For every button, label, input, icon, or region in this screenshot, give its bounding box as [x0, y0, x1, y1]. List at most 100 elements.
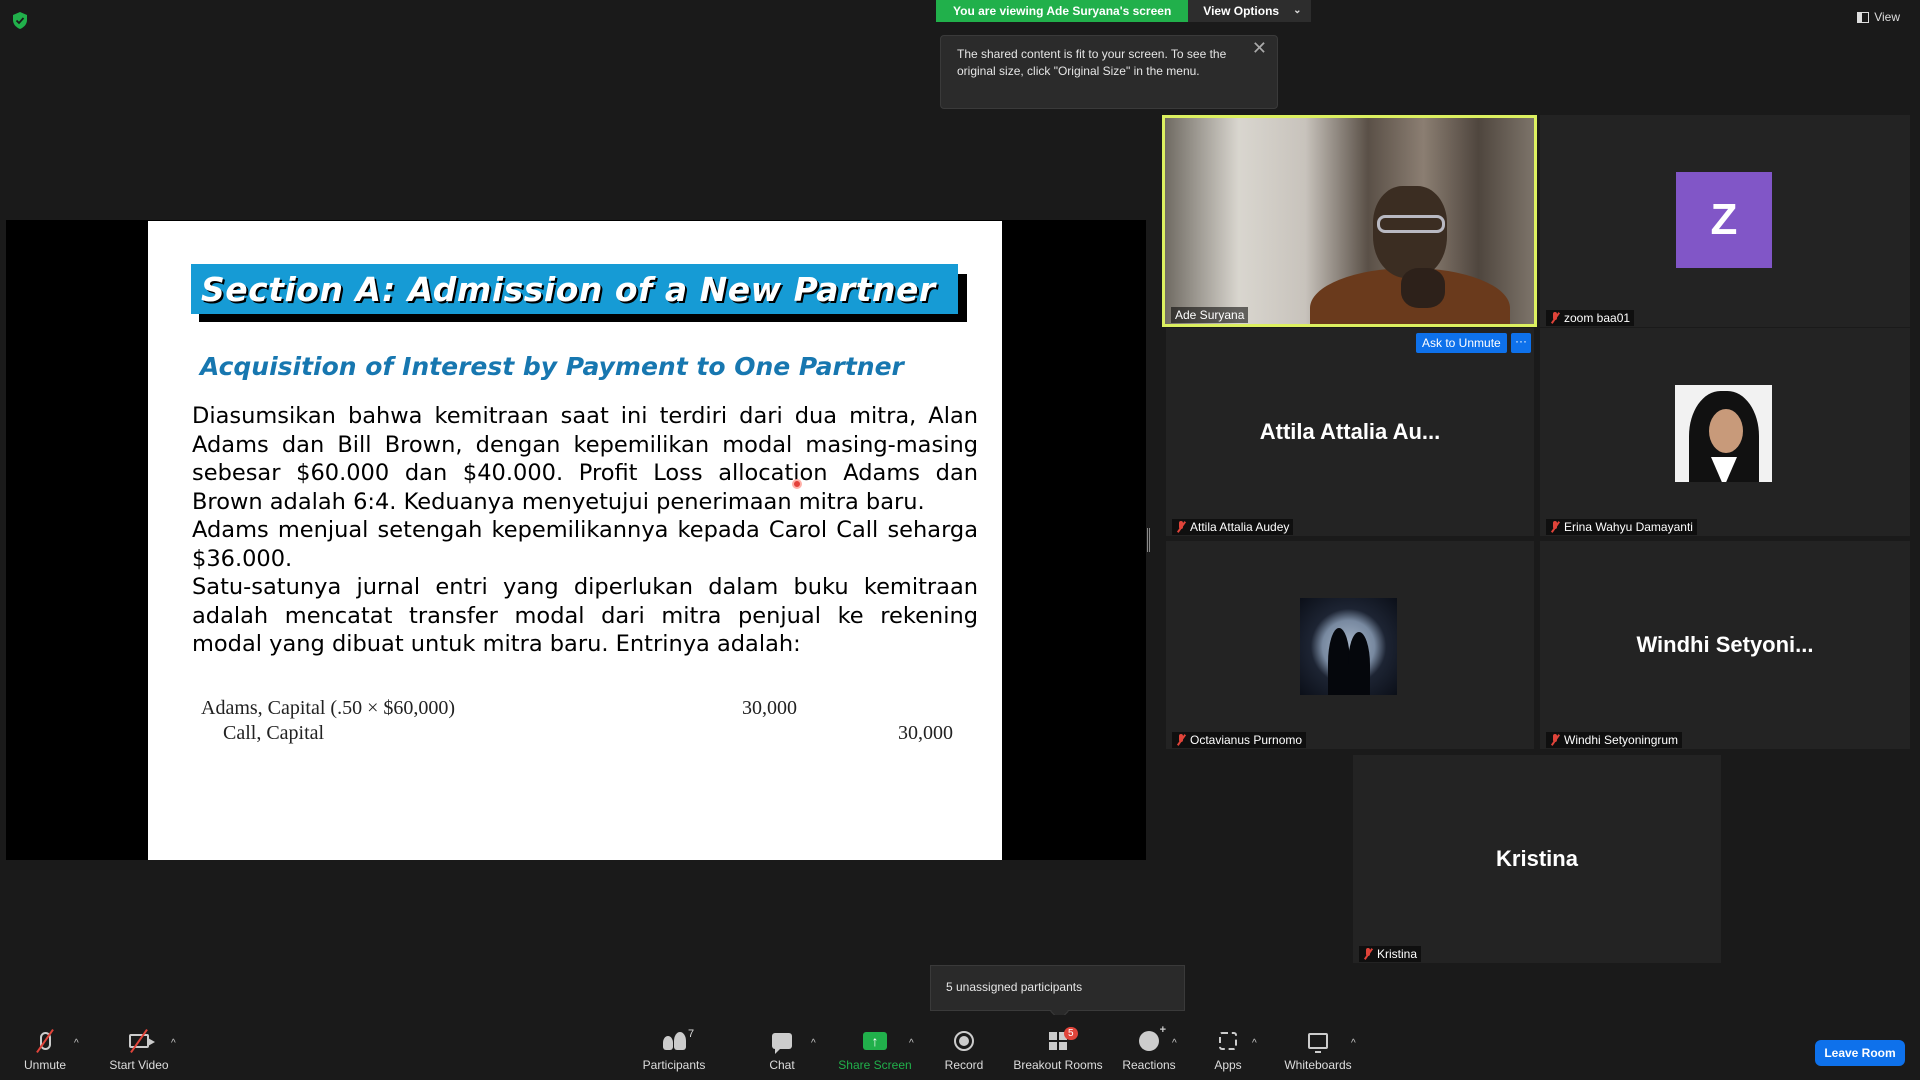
participant-display-name: Windhi Setyoni... [1636, 632, 1814, 657]
participant-name: Octavianus Purnomo [1190, 733, 1303, 747]
participants-label: Participants [642, 1058, 706, 1072]
reactions-icon [1139, 1024, 1166, 1051]
participant-name: Windhi Setyoningrum [1564, 733, 1679, 747]
tooltip-text: The shared content is fit to your screen… [957, 47, 1227, 78]
breakout-badge: 5 [1064, 1027, 1078, 1040]
share-screen-icon: ↑ [863, 1032, 887, 1050]
chat-button[interactable]: Chat [760, 1028, 804, 1072]
avatar-silhouette [1348, 632, 1370, 695]
video-person-glasses [1377, 215, 1445, 233]
tile-name: Windhi Setyoningrum [1546, 732, 1683, 748]
slide-title: Section A: Admission of a New Partner [191, 264, 958, 314]
unmute-label: Unmute [23, 1058, 67, 1072]
journal-credit-value: 30,000 [898, 722, 953, 744]
fit-screen-tooltip: The shared content is fit to your screen… [940, 35, 1278, 109]
avatar [1675, 385, 1772, 482]
leave-room-button[interactable]: Leave Room [1815, 1040, 1905, 1066]
participants-count: 7 [688, 1028, 695, 1040]
layout-icon [1857, 11, 1870, 23]
share-options-caret[interactable]: ^ [909, 1038, 914, 1049]
more-options-button[interactable]: ··· [1511, 333, 1531, 353]
apps-label: Apps [1214, 1058, 1242, 1072]
close-icon[interactable]: ✕ [1252, 39, 1267, 57]
reactions-label: Reactions [1122, 1058, 1176, 1072]
view-options-label: View Options [1203, 4, 1280, 18]
tile-name: Attila Attalia Audey [1172, 519, 1294, 535]
video-person-hand [1401, 268, 1445, 308]
participant-name: Attila Attalia Audey [1190, 520, 1290, 534]
tile-name: Kristina [1359, 946, 1422, 962]
unassigned-participants-tooltip: 5 unassigned participants [930, 965, 1185, 1011]
laser-pointer [792, 479, 802, 489]
participant-display-name: Attila Attalia Au... [1259, 419, 1441, 444]
video-tile-ade[interactable]: Ade Suryana [1162, 115, 1537, 327]
slide-label: Slide [170, 816, 202, 831]
whiteboard-icon [1308, 1033, 1328, 1053]
tile-name: Octavianus Purnomo [1172, 732, 1307, 748]
avatar: Z [1676, 172, 1772, 268]
video-tile-kristina[interactable]: Kristina Kristina [1353, 755, 1721, 963]
record-button[interactable]: Record [941, 1028, 987, 1072]
record-label: Record [944, 1058, 984, 1072]
participant-name: Ade Suryana [1175, 308, 1245, 322]
chevron-down-icon: ⌄ [1293, 5, 1302, 16]
viewing-banner: You are viewing Ade Suryana's screen Vie… [936, 0, 1312, 22]
share-screen-label: Share Screen [838, 1058, 912, 1072]
chat-label: Chat [769, 1058, 795, 1072]
apps-options-caret[interactable]: ^ [1252, 1038, 1257, 1049]
participant-name: Kristina [1377, 947, 1418, 961]
shield-icon[interactable] [12, 12, 28, 29]
audio-options-caret[interactable]: ^ [74, 1038, 79, 1049]
mic-muted-icon [1176, 521, 1186, 533]
mic-muted-icon [1550, 312, 1560, 324]
chat-icon [772, 1033, 792, 1054]
whiteboards-options-caret[interactable]: ^ [1351, 1038, 1356, 1049]
panel-splitter-handle[interactable] [1147, 528, 1150, 552]
apps-icon [1219, 1032, 1237, 1050]
breakout-rooms-button[interactable]: 5 Breakout Rooms [1012, 1027, 1104, 1072]
whiteboards-label: Whiteboards [1284, 1058, 1352, 1072]
learning-objective: LO 8 Methods to record partnership chang… [543, 818, 1004, 839]
slide-paragraph: Adams menjual setengah kepemilikannya ke… [192, 517, 978, 572]
journal-debit-value: 30,000 [742, 697, 797, 719]
share-screen-button[interactable]: ↑ Share Screen [838, 1028, 912, 1072]
mic-muted-icon [1550, 521, 1560, 533]
journal-debit-account: Adams, Capital (.50 × $60,000) [201, 697, 456, 719]
slide-body: Diasumsikan bahwa kemitraan saat ini ter… [192, 402, 978, 659]
slide-paragraph: Diasumsikan bahwa kemitraan saat ini ter… [192, 403, 978, 515]
slide-number-value: 15-10 [170, 833, 204, 848]
participants-button[interactable]: 7 Participants [640, 1028, 708, 1072]
start-video-button[interactable]: Start Video [106, 1028, 172, 1072]
tile-name: zoom baa01 [1546, 310, 1635, 326]
slide-number: Slide 15-10 [170, 815, 203, 849]
video-tile-zoom[interactable]: Z zoom baa01 [1540, 115, 1910, 327]
start-video-label: Start Video [109, 1058, 169, 1072]
reactions-button[interactable]: Reactions [1118, 1024, 1180, 1072]
tile-name: Erina Wahyu Damayanti [1546, 519, 1697, 535]
participants-icon [662, 1032, 686, 1050]
whiteboards-button[interactable]: Whiteboards [1280, 1028, 1356, 1072]
participant-name: zoom baa01 [1564, 311, 1631, 325]
video-tile-erina[interactable]: Erina Wahyu Damayanti [1540, 328, 1910, 536]
video-tile-octavianus[interactable]: Octavianus Purnomo [1166, 541, 1534, 749]
video-tile-attila[interactable]: Attila Attalia Au... Attila Attalia Aude… [1166, 328, 1534, 536]
chat-options-caret[interactable]: ^ [811, 1038, 816, 1049]
view-label: View [1874, 10, 1900, 24]
reactions-options-caret[interactable]: ^ [1172, 1038, 1177, 1049]
avatar-face [1709, 409, 1743, 453]
tile-name: Ade Suryana [1171, 307, 1249, 323]
viewing-text: You are viewing Ade Suryana's screen [936, 0, 1189, 22]
avatar [1300, 598, 1397, 695]
view-button[interactable]: View [1857, 10, 1900, 24]
apps-button[interactable]: Apps [1206, 1028, 1250, 1072]
video-options-caret[interactable]: ^ [171, 1038, 176, 1049]
mic-muted-icon [1363, 948, 1373, 960]
video-tile-windhi[interactable]: Windhi Setyoni... Windhi Setyoningrum [1540, 541, 1910, 749]
avatar-silhouette [1328, 628, 1350, 695]
participant-display-name: Kristina [1496, 846, 1578, 871]
record-icon [954, 1031, 974, 1051]
unmute-button[interactable]: Unmute [18, 1028, 72, 1072]
ask-to-unmute-button[interactable]: Ask to Unmute [1416, 333, 1507, 353]
breakout-rooms-label: Breakout Rooms [1013, 1058, 1103, 1072]
view-options-button[interactable]: View Options ⌄ [1188, 0, 1312, 22]
